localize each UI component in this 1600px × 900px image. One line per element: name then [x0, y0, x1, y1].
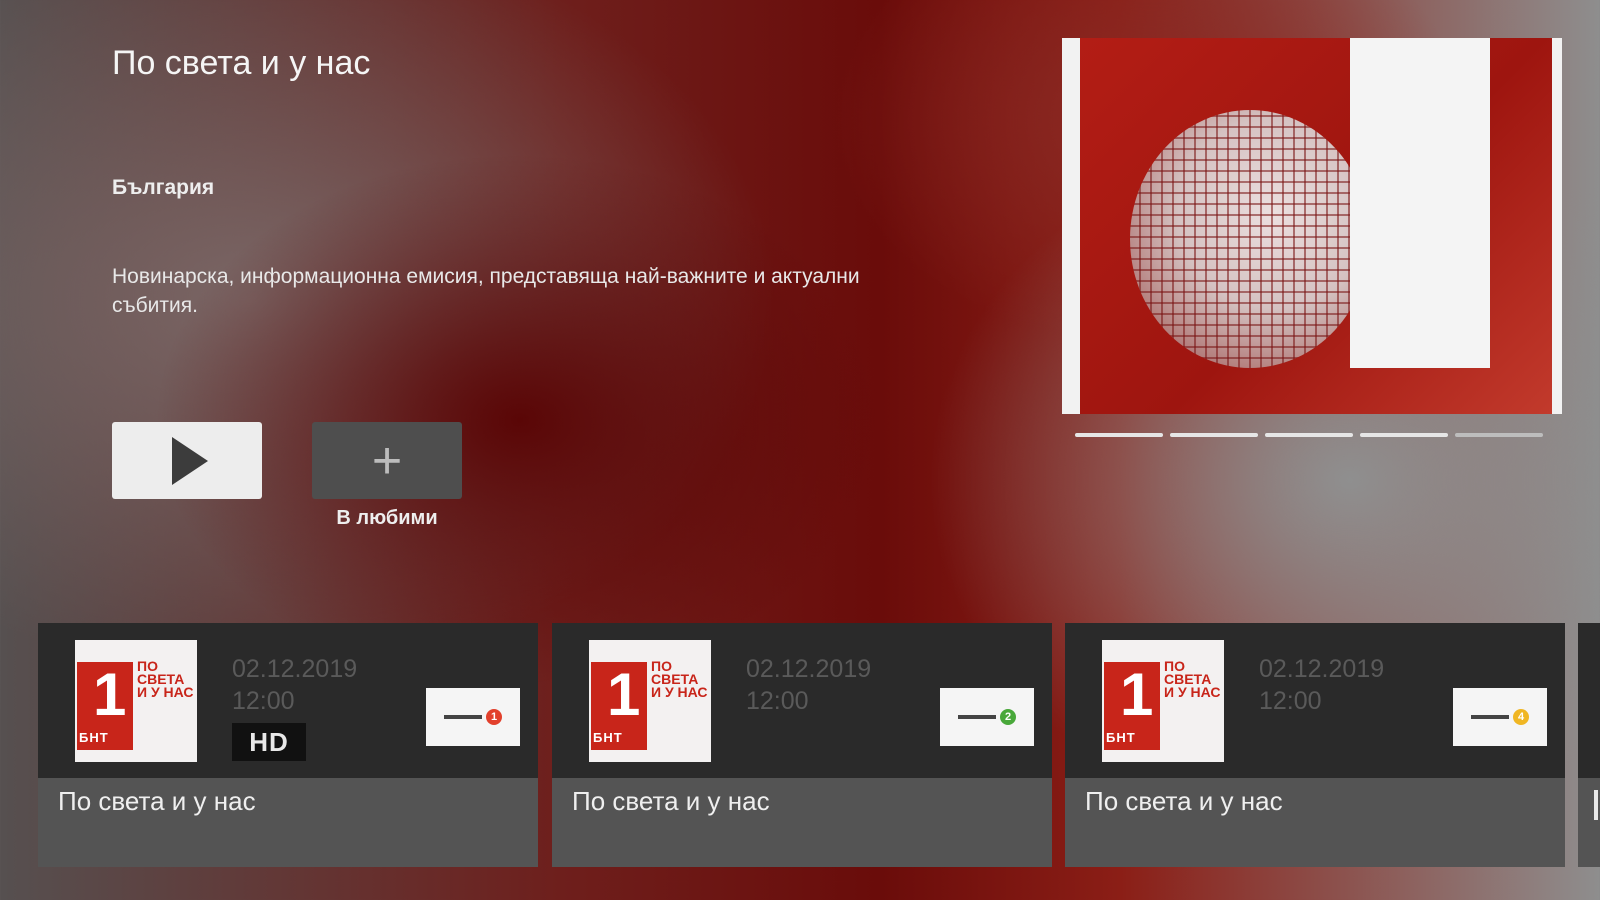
channel-logo: 4: [1453, 688, 1547, 746]
carousel-dot: [1265, 433, 1353, 437]
episode-datetime: 02.12.2019 12:00: [746, 655, 872, 715]
channel-logo: 1: [426, 688, 520, 746]
play-button[interactable]: [112, 422, 262, 499]
hero-image: [1062, 38, 1562, 414]
episode-card[interactable]: 1 БНТ ПО СВЕТА И У НАС 02.12.2019 12:00 …: [1065, 623, 1565, 867]
episode-datetime: 02.12.2019 12:00: [232, 655, 358, 715]
episode-thumbnail: 1 БНТ ПО СВЕТА И У НАС: [589, 640, 711, 762]
favorites-label: В любими: [336, 507, 438, 529]
play-icon: [172, 436, 208, 485]
globe-graphic: [1130, 110, 1370, 368]
carousel-dot: [1170, 433, 1258, 437]
episode-card-partial[interactable]: [1578, 623, 1600, 867]
episode-name: По света и у нас: [1085, 786, 1283, 816]
episode-card[interactable]: 1 БНТ ПО СВЕТА И У НАС 02.12.2019 12:00 …: [552, 623, 1052, 867]
carousel-indicator: [1075, 433, 1543, 437]
show-title: По света и у нас: [112, 44, 371, 82]
hd-badge: HD: [232, 723, 306, 761]
channel-one-graphic: [1350, 38, 1490, 368]
episode-card[interactable]: 1 БНТ ПО СВЕТА И У НАС 02.12.2019 12:00 …: [38, 623, 538, 867]
add-to-favorites-button[interactable]: +: [312, 422, 462, 499]
carousel-dot: [1455, 433, 1543, 437]
show-description: Новинарска, информационна емисия, предст…: [112, 265, 860, 317]
episode-name: По света и у нас: [58, 786, 256, 816]
episode-datetime: 02.12.2019 12:00: [1259, 655, 1385, 715]
episode-thumbnail: 1 БНТ ПО СВЕТА И У НАС: [75, 640, 197, 762]
plus-icon: +: [371, 431, 403, 490]
episode-name: По света и у нас: [572, 786, 770, 816]
channel-logo: 2: [940, 688, 1034, 746]
episode-thumbnail: 1 БНТ ПО СВЕТА И У НАС: [1102, 640, 1224, 762]
carousel-dot: [1360, 433, 1448, 437]
carousel-dot: [1075, 433, 1163, 437]
country-label: България: [112, 176, 215, 199]
